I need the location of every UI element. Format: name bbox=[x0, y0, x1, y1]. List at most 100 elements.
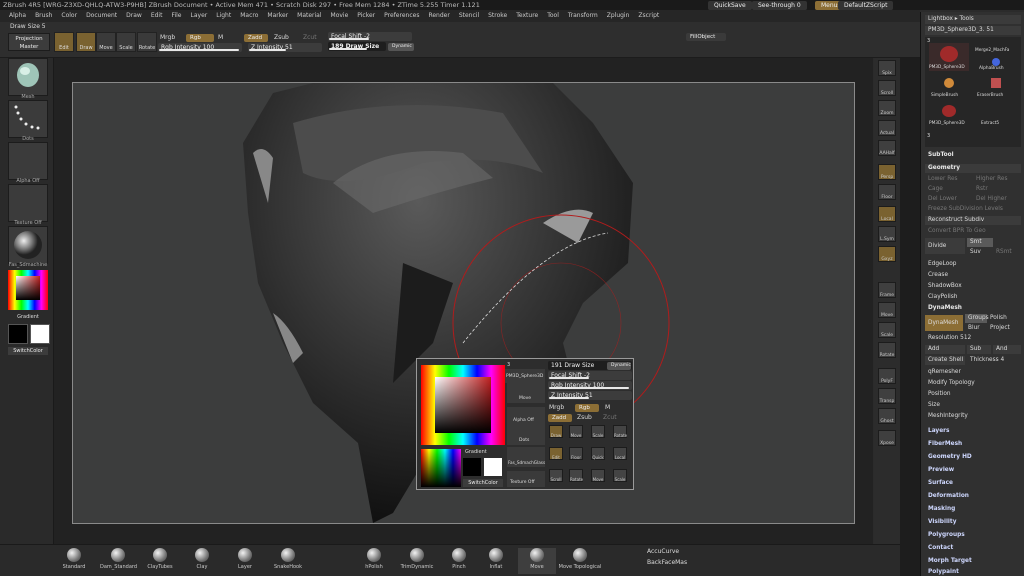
aahalf-button[interactable]: AAHalf bbox=[878, 140, 896, 156]
popup-alpha-thumb[interactable]: Alpha Off bbox=[507, 407, 545, 427]
menu-item[interactable]: Stroke bbox=[488, 10, 507, 22]
lightbox-tools-button[interactable]: Lightbox ▸ Tools bbox=[925, 15, 1021, 24]
brush-dam-standard[interactable]: Dam_Standard bbox=[100, 548, 137, 570]
popup-rotate-view-button[interactable]: Rotate bbox=[569, 469, 583, 482]
brush-move-active[interactable]: Move bbox=[518, 548, 556, 574]
brush-claytubes[interactable]: ClayTubes bbox=[146, 548, 174, 570]
popup-m-button[interactable]: M bbox=[605, 404, 610, 411]
geometry-section[interactable]: Geometry bbox=[925, 164, 1021, 173]
menu-item[interactable]: Document bbox=[86, 10, 117, 22]
popup-zsub-button[interactable]: Zsub bbox=[577, 414, 592, 421]
popup-z-intensity-slider[interactable]: Z Intensity 51 bbox=[548, 391, 632, 400]
popup-switch-color[interactable]: SwitchColor bbox=[463, 479, 503, 487]
draw-size-slider[interactable]: 189 Draw Size bbox=[328, 42, 386, 51]
tool-thumb[interactable]: SimpleBrush bbox=[929, 75, 969, 101]
popup-scale-view-button[interactable]: Scale bbox=[613, 469, 627, 482]
brush-thumbnail[interactable] bbox=[8, 58, 48, 96]
brush-pinch[interactable]: Pinch bbox=[445, 548, 473, 570]
popup-stroke-thumb[interactable]: Dots bbox=[507, 427, 545, 445]
menu-item[interactable]: File bbox=[171, 10, 181, 22]
brush-standard[interactable]: Standard bbox=[60, 548, 88, 570]
menu-item[interactable]: Render bbox=[428, 10, 449, 22]
material-thumbnail[interactable] bbox=[8, 226, 48, 264]
popup-rotate-button[interactable]: Rotate bbox=[613, 425, 627, 438]
move-view-button[interactable]: Move bbox=[878, 302, 896, 318]
menu-item[interactable]: Preferences bbox=[384, 10, 419, 22]
menu-item[interactable]: Texture bbox=[516, 10, 538, 22]
menu-item[interactable]: Zplugin bbox=[607, 10, 630, 22]
popup-move-button[interactable]: Move bbox=[569, 425, 583, 438]
popup-zcut-button[interactable]: Zcut bbox=[603, 414, 617, 421]
qremesher-section[interactable]: qRemesher bbox=[925, 368, 1021, 377]
tray-divider[interactable] bbox=[900, 58, 920, 576]
add-button[interactable]: Add bbox=[925, 345, 965, 354]
zadd-button[interactable]: Zadd bbox=[244, 34, 268, 42]
brush-hpolish[interactable]: hPolish bbox=[360, 548, 388, 570]
and-button[interactable]: And bbox=[993, 345, 1021, 354]
accucurve-toggle[interactable]: AccuCurve bbox=[647, 548, 679, 555]
brush-trimdynamic[interactable]: TrimDynamic bbox=[400, 548, 434, 570]
deformation-section[interactable]: Deformation bbox=[925, 492, 1021, 501]
texture-thumbnail[interactable] bbox=[8, 184, 48, 222]
color-picker[interactable] bbox=[8, 270, 48, 310]
menu-item[interactable]: Zscript bbox=[638, 10, 659, 22]
geometry-hd-section[interactable]: Geometry HD bbox=[925, 453, 1021, 462]
layers-section[interactable]: Layers bbox=[925, 427, 1021, 436]
projection-master-button[interactable]: Projection Master bbox=[8, 33, 50, 51]
claypolish-section[interactable]: ClayPolish bbox=[925, 293, 1021, 302]
project-toggle[interactable]: Project bbox=[987, 324, 1021, 333]
polypaint-section[interactable]: Polypaint bbox=[925, 568, 1021, 576]
see-through-slider[interactable]: See-through 0 bbox=[752, 1, 807, 10]
popup-brush-thumb[interactable]: Move bbox=[507, 383, 545, 403]
popup-material-thumb[interactable]: Fas_SdmachGlass bbox=[507, 447, 545, 467]
brush-snakehook[interactable]: SnakeHook bbox=[274, 548, 302, 570]
draw-button[interactable]: Draw bbox=[76, 32, 96, 52]
menu-item[interactable]: Movie bbox=[331, 10, 349, 22]
rotate-view-button[interactable]: Rotate bbox=[878, 342, 896, 358]
popup-edit-button[interactable]: Edit bbox=[549, 447, 563, 460]
alpha-thumbnail[interactable] bbox=[8, 142, 48, 180]
z-intensity-slider[interactable]: Z Intensity 51 bbox=[248, 43, 322, 52]
color-square[interactable] bbox=[16, 276, 40, 300]
size-section[interactable]: Size bbox=[925, 401, 1021, 410]
subtool-section[interactable]: SubTool bbox=[925, 151, 1021, 160]
create-shell-button[interactable]: Create Shell bbox=[925, 356, 965, 365]
menu-item[interactable]: Draw bbox=[126, 10, 142, 22]
popup-floor-button[interactable]: Floor bbox=[569, 447, 583, 460]
zoom-button[interactable]: Zoom bbox=[878, 100, 896, 116]
polygroups-section[interactable]: Polygroups bbox=[925, 531, 1021, 540]
popup-move-view-button[interactable]: Move bbox=[591, 469, 605, 482]
stroke-thumbnail[interactable] bbox=[8, 100, 48, 138]
local-button[interactable]: Local bbox=[878, 206, 896, 222]
popup-color-picker[interactable] bbox=[421, 365, 505, 445]
fibermesh-section[interactable]: FiberMesh bbox=[925, 440, 1021, 449]
menu-item[interactable]: Color bbox=[61, 10, 77, 22]
popup-zadd-button[interactable]: Zadd bbox=[548, 414, 572, 422]
del-lower-button[interactable]: Del Lower bbox=[925, 195, 969, 204]
menu-item[interactable]: Material bbox=[297, 10, 321, 22]
tool-thumb[interactable]: Merge2_MachFa bbox=[975, 43, 1017, 55]
popup-scroll-button[interactable]: Scroll bbox=[549, 469, 563, 482]
popup-dynamic-button[interactable]: Dynamic bbox=[607, 362, 631, 370]
current-tool-slider[interactable]: PM3D_Sphere3D_3. 51 bbox=[925, 26, 1021, 35]
lsym-button[interactable]: L.Sym bbox=[878, 226, 896, 242]
rstr-button[interactable]: Rstr bbox=[973, 185, 1021, 194]
brush-inflat[interactable]: Inflat bbox=[482, 548, 510, 570]
lower-res-button[interactable]: Lower Res bbox=[925, 175, 969, 184]
position-section[interactable]: Position bbox=[925, 390, 1021, 399]
brush-clay[interactable]: Clay bbox=[188, 548, 216, 570]
popup-local-button[interactable]: Local bbox=[613, 447, 627, 460]
quicksave-button[interactable]: QuickSave bbox=[708, 1, 752, 10]
popup-color-square[interactable] bbox=[435, 377, 491, 433]
reconstruct-subdiv-button[interactable]: Reconstruct Subdiv bbox=[925, 216, 1021, 225]
popup-focal-shift-slider[interactable]: Focal Shift -2 bbox=[548, 371, 632, 380]
menu-item[interactable]: Transform bbox=[568, 10, 598, 22]
visibility-section[interactable]: Visibility bbox=[925, 518, 1021, 527]
default-zscript-button[interactable]: DefaultZScript bbox=[838, 1, 894, 10]
higher-res-button[interactable]: Higher Res bbox=[973, 175, 1021, 184]
menu-item[interactable]: Tool bbox=[547, 10, 559, 22]
backfacemask-toggle[interactable]: BackFaceMas bbox=[647, 559, 687, 566]
blur-slider[interactable]: Blur bbox=[965, 324, 987, 333]
actual-button[interactable]: Actual bbox=[878, 120, 896, 136]
popup-texture-thumb[interactable]: Texture Off bbox=[507, 471, 545, 487]
